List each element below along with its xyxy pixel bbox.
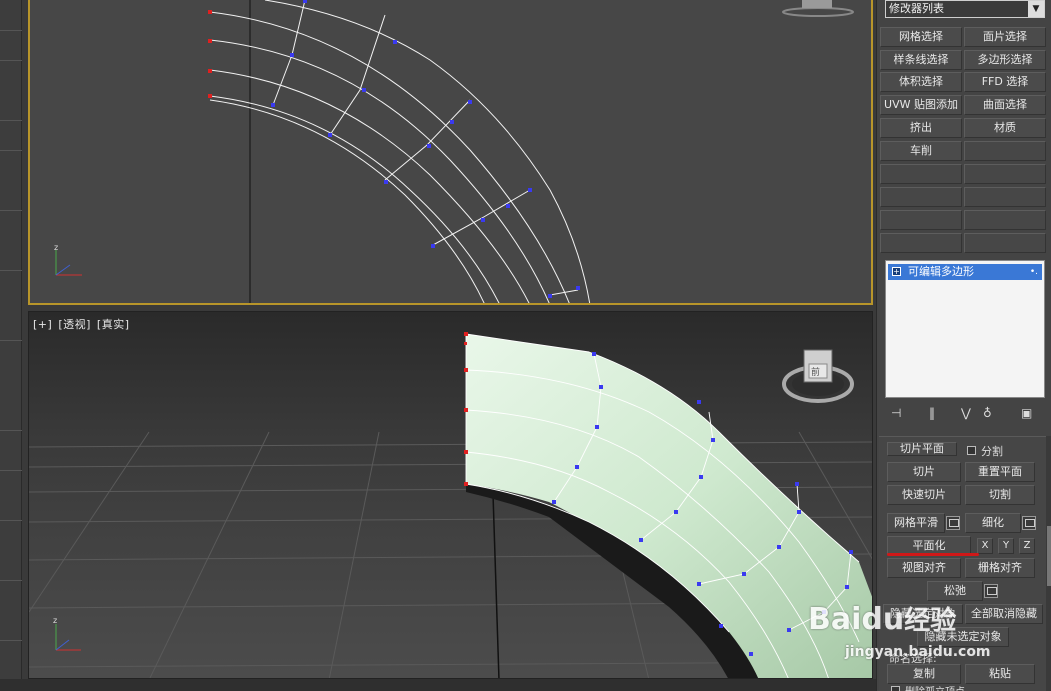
slice-button[interactable]: 切片 <box>887 462 961 482</box>
axis-gizmo-top <box>55 250 82 276</box>
modifier-button-empty[interactable] <box>880 233 962 253</box>
unhide-all-button[interactable]: 全部取消隐藏 <box>965 604 1043 624</box>
stack-item-label: 可编辑多边形 <box>908 265 974 278</box>
top-viewport[interactable]: z <box>28 0 873 305</box>
modifier-button-empty[interactable] <box>964 233 1046 253</box>
modifier-button[interactable]: 挤出 <box>880 118 962 138</box>
modifier-button-empty[interactable] <box>880 210 962 230</box>
modifier-button-empty[interactable] <box>964 164 1046 184</box>
modifier-button-empty[interactable] <box>964 210 1046 230</box>
remove-modifier-icon[interactable]: ♁ <box>983 406 992 420</box>
annotation-underline <box>887 553 979 556</box>
viewport-menu-plus[interactable]: [+] <box>33 318 52 331</box>
meshsmooth-button[interactable]: 网格平滑 <box>887 513 945 533</box>
show-end-result-icon[interactable]: ‖ <box>929 406 935 420</box>
modifier-button[interactable]: 多边形选择 <box>964 50 1046 70</box>
modifier-button[interactable]: 面片选择 <box>964 27 1046 47</box>
modifier-button[interactable]: UVW 贴图添加 <box>880 95 962 115</box>
quick-slice-button[interactable]: 快速切片 <box>887 485 961 505</box>
axis-gizmo-persp <box>55 624 81 651</box>
watermark-brand: Baidu <box>808 602 905 637</box>
expand-icon[interactable]: + <box>892 267 901 276</box>
axis-z-label-persp: z <box>53 616 57 625</box>
stack-toolbar: ⊣ ‖ ⋁ ♁ ▣ <box>885 404 1045 424</box>
modifier-button-empty[interactable] <box>964 187 1046 207</box>
reset-plane-button[interactable]: 重置平面 <box>965 462 1035 482</box>
panel-scrollbar[interactable] <box>1046 436 1051 691</box>
modifier-button[interactable]: 曲面选择 <box>964 95 1046 115</box>
modifier-button[interactable]: 样条线选择 <box>880 50 962 70</box>
modifier-button[interactable]: 网格选择 <box>880 27 962 47</box>
tessellate-button[interactable]: 细化 <box>965 513 1021 533</box>
modifier-list-dropdown[interactable]: 修改器列表 ▼ <box>885 0 1045 18</box>
slice-plane-button[interactable]: 切片平面 <box>887 442 957 456</box>
make-unique-icon[interactable]: ⋁ <box>961 406 971 420</box>
relax-button[interactable]: 松弛 <box>927 581 983 601</box>
configure-sets-icon[interactable]: ▣ <box>1021 406 1032 420</box>
relax-settings-icon[interactable] <box>984 584 998 598</box>
dots-icon: •. <box>1029 267 1038 277</box>
perspective-viewport[interactable]: 前 z [+] [透视] [真实] <box>28 311 873 679</box>
watermark-brand-cn: 经验 <box>904 606 957 636</box>
planar-z-button[interactable]: Z <box>1019 538 1035 554</box>
command-panel: 修改器列表 ▼ 网格选择 面片选择 样条线选择 多边形选择 体积选择 FFD 选… <box>876 0 1051 691</box>
viewcube-face-label: 前 <box>811 366 820 378</box>
meshsmooth-settings-icon[interactable] <box>946 516 960 530</box>
modifier-list-label: 修改器列表 <box>889 2 944 15</box>
modifier-button[interactable]: 车削 <box>880 141 962 161</box>
viewport-shading[interactable]: [真实] <box>97 318 130 331</box>
delete-isolated-label: 删除孤立顶点 <box>905 683 965 691</box>
axis-z-label: z <box>54 243 58 252</box>
viewport-label[interactable]: [+] [透视] [真实] <box>33 316 132 332</box>
planar-x-button[interactable]: X <box>977 538 993 554</box>
chevron-down-icon[interactable]: ▼ <box>1028 1 1044 17</box>
copy-button[interactable]: 复制 <box>887 664 961 684</box>
view-align-button[interactable]: 视图对齐 <box>887 558 961 578</box>
delete-isolated-checkbox[interactable] <box>891 686 900 691</box>
modifier-button[interactable]: 体积选择 <box>880 72 962 92</box>
modifier-stack[interactable]: + 可编辑多边形 •. <box>885 260 1045 398</box>
modifier-button-empty[interactable] <box>964 141 1046 161</box>
viewport-view-name[interactable]: [透视] <box>58 318 91 331</box>
cut-button[interactable]: 切割 <box>965 485 1035 505</box>
modifier-button-empty[interactable] <box>880 187 962 207</box>
tessellate-settings-icon[interactable] <box>1022 516 1036 530</box>
modifier-button[interactable]: 材质 <box>964 118 1046 138</box>
left-toolbar-strip <box>0 0 22 691</box>
split-label: 分割 <box>981 445 1003 458</box>
planar-y-button[interactable]: Y <box>998 538 1014 554</box>
watermark-url: jingyan.baidu.com <box>845 644 991 660</box>
modifier-button-empty[interactable] <box>880 164 962 184</box>
modifier-button[interactable]: FFD 选择 <box>964 72 1046 92</box>
split-checkbox[interactable] <box>967 446 976 455</box>
paste-button[interactable]: 粘贴 <box>965 664 1035 684</box>
pin-stack-icon[interactable]: ⊣ <box>891 406 901 420</box>
top-viewport-canvas: z <box>54 0 854 303</box>
grid-align-button[interactable]: 栅格对齐 <box>965 558 1035 578</box>
baidu-watermark-logo: Baidu经验 <box>808 600 956 637</box>
perspective-viewport-canvas: 前 z <box>29 332 872 678</box>
max-window: z 前 z [+] [透视] [真实] 修改器列表 ▼ 网格选择 面片选择 样条… <box>0 0 1051 691</box>
stack-item-editable-poly[interactable]: + 可编辑多边形 •. <box>888 264 1042 280</box>
